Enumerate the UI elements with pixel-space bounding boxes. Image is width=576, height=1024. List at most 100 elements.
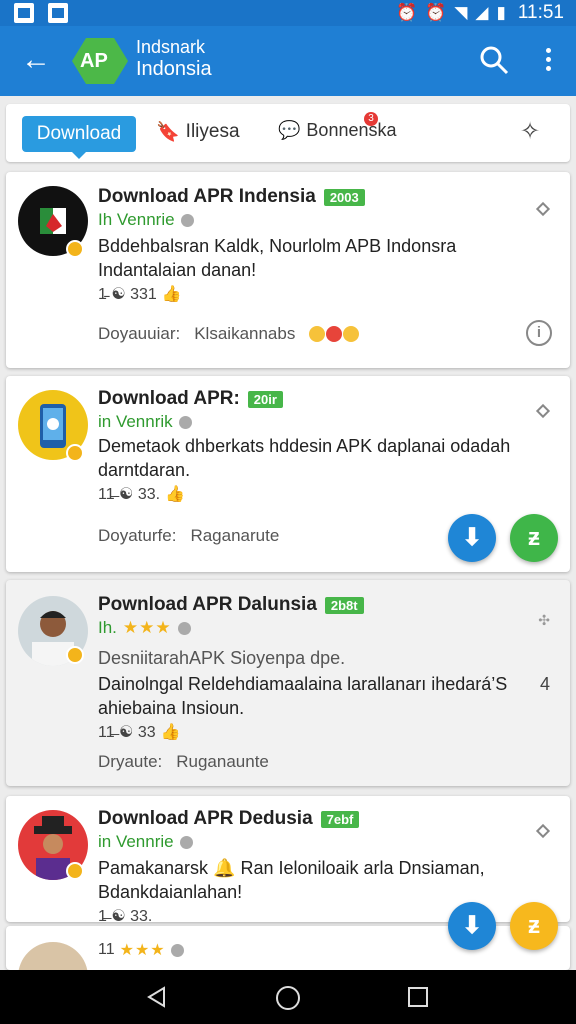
developer-name: Ih Vennrie bbox=[98, 210, 175, 229]
stats-text: 11̶ ☯ 33. bbox=[98, 486, 161, 503]
info-dot-icon bbox=[178, 415, 192, 429]
tab-download[interactable]: Download bbox=[22, 116, 136, 159]
notification-badge: 3 bbox=[364, 112, 378, 126]
card-footer: Doyaturfe: Raganarute bbox=[98, 526, 279, 546]
app-stats: 1̵ ☯ 331 👍 bbox=[98, 284, 182, 304]
verified-badge-icon bbox=[66, 444, 84, 462]
app-stats: 11̶ ☯ 33 👍 bbox=[98, 722, 181, 742]
developer-name: Ih. bbox=[98, 618, 117, 637]
alarm-icon: ⏰ bbox=[396, 3, 418, 22]
more-diamond-icon[interactable] bbox=[535, 201, 551, 217]
stats-text: 11̶ ☯ 33 bbox=[98, 724, 156, 741]
info-dot-icon bbox=[180, 213, 194, 227]
tab-bonnenska[interactable]: 💬 Bonnenska bbox=[278, 120, 397, 141]
thumbs-up-icon: 👍 bbox=[160, 724, 181, 741]
verified-badge-icon bbox=[66, 240, 84, 258]
info-dot-icon bbox=[177, 621, 191, 635]
app-description: Bddehbalsran Kaldk, Nourlolm APB Indonsr… bbox=[98, 236, 457, 280]
search-icon[interactable] bbox=[478, 44, 510, 76]
footer-value: Raganarute bbox=[190, 526, 280, 545]
nav-home-icon[interactable] bbox=[276, 986, 300, 1010]
overflow-menu-icon[interactable] bbox=[534, 44, 562, 76]
info-icon[interactable]: i bbox=[526, 320, 552, 346]
app-description: Demetaok dhberkats hddesin APK daplanai … bbox=[98, 436, 511, 480]
developer-name: in Vennrie bbox=[98, 832, 174, 851]
status-bar: ⏰ ⏰ ◥ ◢ ▮ 11:51 bbox=[0, 0, 576, 26]
footer-label: Doyauuiar: bbox=[98, 324, 181, 343]
footer-value: Klsaikannabs bbox=[194, 324, 296, 343]
app-title: Indsnark Indonsia bbox=[136, 36, 212, 80]
app-stats: 11̶ ☯ 33. 👍 bbox=[98, 484, 185, 504]
wifi-icon: ◥ bbox=[454, 3, 468, 22]
download-fab-icon[interactable]: ⬇ bbox=[448, 902, 496, 950]
comment-icon: 💬 bbox=[278, 120, 301, 140]
tab-bar: Download 🔖 Iliyesa 💬 Bonnenska 3 ✧ bbox=[6, 104, 570, 162]
back-arrow-icon[interactable]: ← bbox=[16, 42, 56, 82]
footer-value: Ruganaunte bbox=[176, 752, 269, 771]
developer-label: in Vennrik bbox=[98, 412, 192, 432]
tab-iliyesa[interactable]: 🔖 Iliyesa bbox=[156, 120, 240, 144]
clock: 11:51 bbox=[517, 2, 564, 23]
verified-badge-icon bbox=[66, 862, 84, 880]
card-footer: Dryaute: Ruganaunte bbox=[98, 752, 269, 772]
more-diamond-icon[interactable] bbox=[535, 823, 551, 839]
app-card[interactable]: Download APR Indensia 2003 Ih Vennrie Bd… bbox=[6, 172, 570, 368]
info-dot-icon bbox=[170, 943, 184, 957]
stats-text: 11 bbox=[98, 941, 115, 958]
app-card[interactable]: Pownload APR Dalunsia 2b8t Ih. ★★★ Desni… bbox=[6, 580, 570, 786]
app-title-text: Download APR Indensia bbox=[98, 186, 316, 207]
nav-recents-icon[interactable] bbox=[408, 987, 428, 1007]
app-title-line1: Indsnark bbox=[136, 37, 206, 57]
developer-label: Ih Vennrie bbox=[98, 210, 194, 230]
developer-label: in Vennrie bbox=[98, 832, 193, 852]
alarm-icon: ⏰ bbox=[425, 3, 447, 22]
app-description: Pamakanarsk 🔔 Ran Ieloniloaik arla Dnsia… bbox=[98, 858, 485, 902]
footer-label: Doyaturfe: bbox=[98, 526, 177, 545]
share-fab-icon[interactable]: ƶ bbox=[510, 902, 558, 950]
tab-bonnenska-label: Bonnenska bbox=[306, 120, 397, 140]
app-subtitle: DesniitarahAPK Sioyenpa dpe. bbox=[98, 648, 346, 668]
side-count: 4 bbox=[539, 674, 550, 694]
tab-iliyesa-label: Iliyesa bbox=[185, 121, 240, 142]
star-rating: ★★★ bbox=[119, 942, 166, 959]
bookmark-icon: 🔖 bbox=[156, 122, 180, 143]
sparkle-icon[interactable]: ✣ bbox=[538, 612, 550, 629]
stats-text: 1̵ ☯ 331 bbox=[98, 286, 157, 303]
download-fab-icon[interactable]: ⬇ bbox=[448, 514, 496, 562]
app-card[interactable]: Download APR: 20ir in Vennrik Demetaok d… bbox=[6, 376, 570, 572]
app-stats: 1̶ ☯ 33. bbox=[98, 906, 152, 926]
thumbs-up-icon: 👍 bbox=[161, 286, 182, 303]
app-title[interactable]: Download APR Dedusia 7ebf bbox=[98, 808, 360, 830]
share-fab-icon[interactable]: ƶ bbox=[510, 514, 558, 562]
app-title[interactable]: Download APR: 20ir bbox=[98, 388, 283, 410]
info-dot-icon bbox=[179, 835, 193, 849]
app-title-line2: Indonsia bbox=[136, 58, 212, 80]
system-nav-bar bbox=[0, 970, 576, 1024]
card-footer: Doyauuiar: Klsaikannabs bbox=[98, 324, 360, 344]
reaction-emoji-icon bbox=[309, 326, 360, 342]
gallery-notification-icon bbox=[48, 3, 68, 23]
footer-label: Dryaute: bbox=[98, 752, 163, 771]
app-title[interactable]: Pownload APR Dalunsia 2b8t bbox=[98, 594, 364, 616]
more-diamond-icon[interactable] bbox=[535, 403, 551, 419]
version-tag: 20ir bbox=[247, 390, 283, 408]
version-tag: 2003 bbox=[323, 188, 365, 206]
app-description: Dainolngal Reldehdiamaalaina larallanarı… bbox=[98, 674, 508, 718]
nav-back-icon[interactable] bbox=[146, 986, 168, 1008]
developer-name: in Vennrik bbox=[98, 412, 173, 431]
app-card[interactable]: Download APR Dedusia 7ebf in Vennrie Pam… bbox=[6, 796, 570, 925]
thumbs-up-icon: 👍 bbox=[165, 486, 186, 503]
app-title-text: Pownload APR Dalunsia bbox=[98, 594, 317, 615]
stats-text: 1̶ ☯ 33. bbox=[98, 908, 153, 925]
app-title-text: Download APR: bbox=[98, 388, 240, 409]
signal-icon: ◢ bbox=[475, 3, 489, 22]
app-title-text: Download APR Dedusia bbox=[98, 808, 313, 829]
image-notification-icon bbox=[14, 3, 34, 23]
star-rating: ★★★ bbox=[122, 618, 172, 637]
version-tag: 2b8t bbox=[324, 596, 364, 614]
app-title[interactable]: Download APR Indensia 2003 bbox=[98, 186, 365, 208]
developer-label: Ih. ★★★ bbox=[98, 618, 191, 638]
app-stats: 11 ★★★ bbox=[98, 940, 184, 960]
version-tag: 7ebf bbox=[320, 810, 360, 828]
puzzle-icon[interactable]: ✧ bbox=[520, 118, 548, 146]
